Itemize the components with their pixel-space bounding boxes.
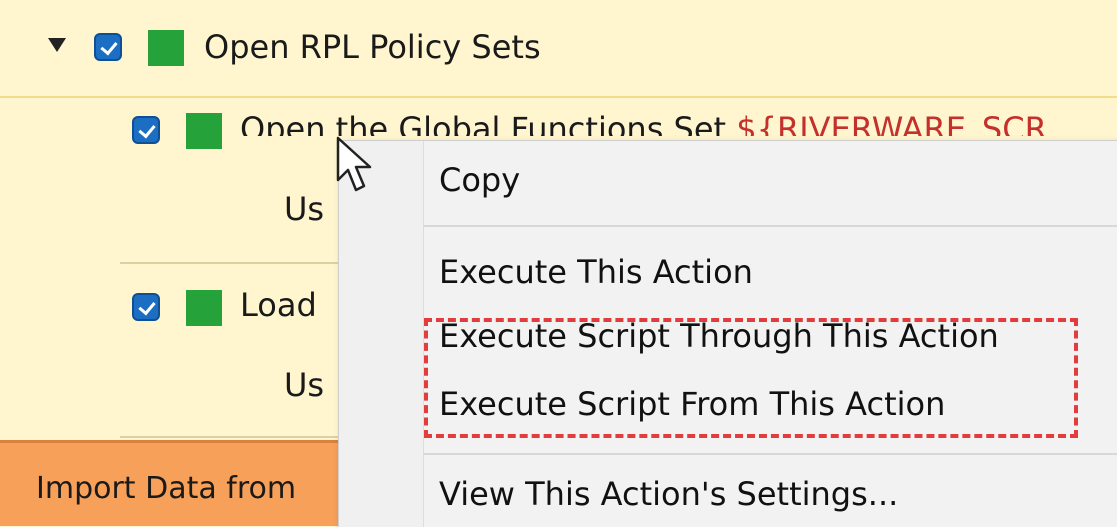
- action-status-icon: [186, 113, 222, 149]
- menu-item-view-action-settings[interactable]: View This Action's Settings...: [439, 475, 898, 513]
- context-menu-gutter: [339, 141, 424, 527]
- action-status-icon: [186, 290, 222, 326]
- menu-item-execute-this-action[interactable]: Execute This Action: [439, 253, 753, 291]
- action-checkbox[interactable]: [132, 293, 160, 321]
- menu-item-copy[interactable]: Copy: [439, 161, 520, 199]
- collapse-triangle-icon[interactable]: [48, 38, 66, 52]
- mouse-cursor-icon: [336, 136, 372, 192]
- group-status-icon: [148, 30, 184, 66]
- highlight-annotation-box: [424, 318, 1078, 438]
- action-checkbox[interactable]: [132, 116, 160, 144]
- menu-separator: [423, 225, 1117, 227]
- tree-group-row[interactable]: Open RPL Policy Sets: [0, 0, 1117, 98]
- action-label: Load: [240, 286, 317, 324]
- menu-separator: [423, 453, 1117, 455]
- group-label: Open RPL Policy Sets: [204, 28, 541, 66]
- action-sub-label: Us: [284, 190, 325, 228]
- action-sub-label: Us: [284, 366, 325, 404]
- group-checkbox[interactable]: [94, 33, 122, 61]
- footer-row-label: Import Data from: [36, 471, 297, 506]
